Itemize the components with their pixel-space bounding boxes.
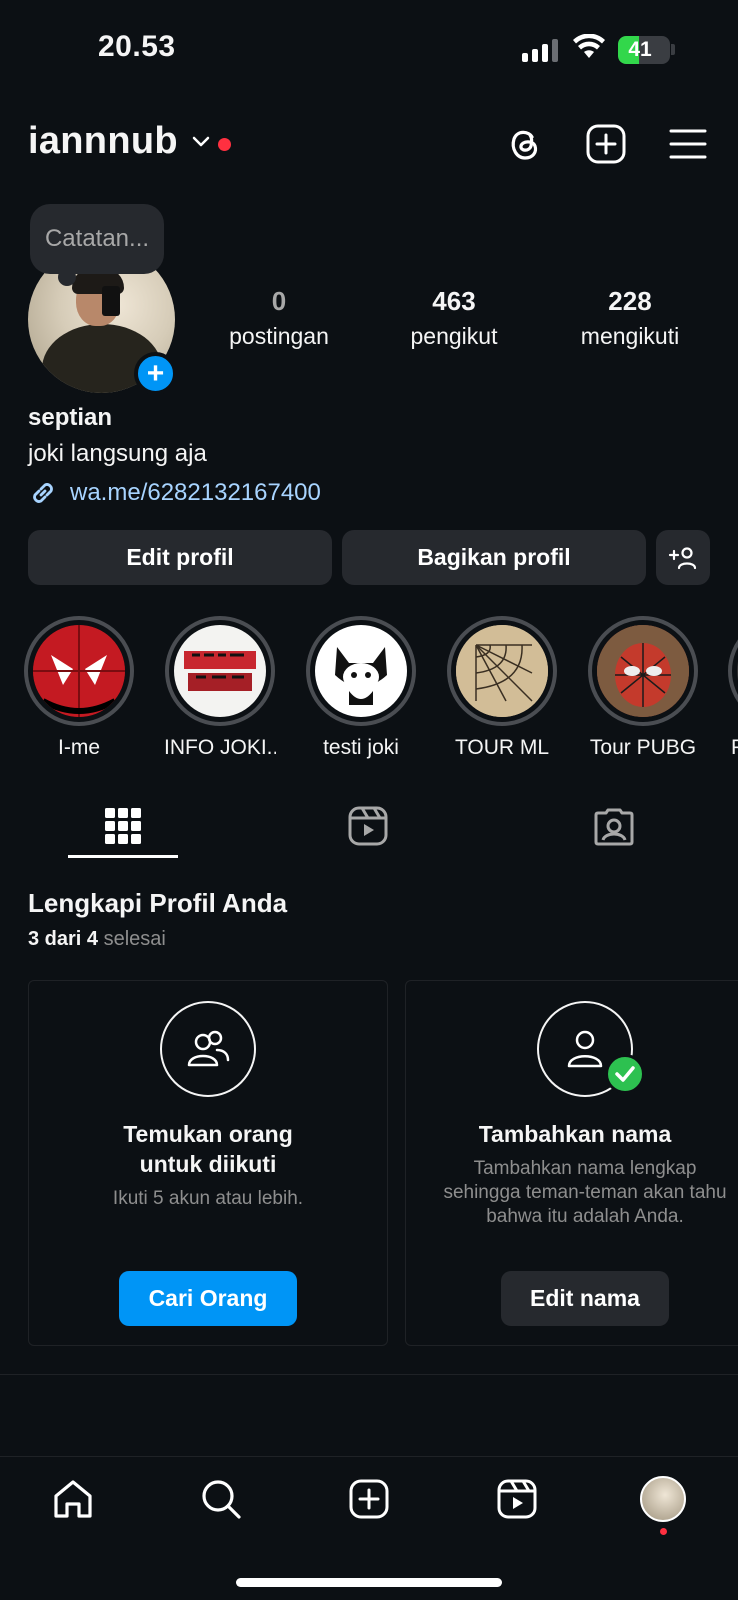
discover-people-button[interactable] — [656, 530, 710, 585]
profile-name: septian — [28, 404, 113, 431]
note-bubble[interactable]: Catatan... — [30, 204, 164, 274]
highlight-label: P — [728, 736, 738, 760]
highlight-item[interactable]: INFO JOKI... — [164, 616, 276, 760]
progress-count: 3 dari 4 — [28, 928, 99, 950]
highlight-item[interactable]: P — [728, 616, 738, 760]
share-profile-button[interactable]: Bagikan profil — [342, 530, 646, 585]
account-switcher[interactable]: iannnub — [28, 120, 178, 163]
complete-profile-title: Lengkapi Profil Anda — [28, 888, 288, 918]
divider — [0, 1374, 738, 1375]
bottom-nav-divider — [0, 1456, 738, 1457]
nav-reels[interactable] — [492, 1474, 542, 1524]
find-people-card: Temukan orang untuk diikuti Ikuti 5 akun… — [28, 980, 388, 1346]
following-label: mengikuti — [580, 323, 680, 349]
nav-profile-avatar[interactable] — [640, 1476, 686, 1522]
following-value: 228 — [608, 286, 652, 316]
wifi-icon — [572, 33, 606, 65]
profile-link-text: wa.me/6282132167400 — [70, 479, 321, 506]
battery-cap — [671, 44, 675, 55]
card-description: Ikuti 5 akun atau lebih. — [112, 1188, 304, 1209]
followers-label: pengikut — [410, 323, 498, 349]
tab-tagged[interactable] — [559, 796, 669, 856]
reels-icon — [348, 806, 388, 846]
edit-profile-button[interactable]: Edit profil — [28, 530, 332, 585]
nav-home[interactable] — [48, 1474, 98, 1524]
card-description: Tambahkan nama lengkap sehingga teman-te… — [443, 1158, 727, 1227]
cellular-signal-icon — [522, 38, 558, 62]
home-indicator[interactable] — [236, 1578, 502, 1587]
profile-link[interactable]: wa.me/6282132167400 — [28, 478, 321, 508]
create-post-icon — [349, 1479, 389, 1519]
highlight-item[interactable]: TOUR ML — [446, 616, 558, 760]
nav-search[interactable] — [196, 1474, 246, 1524]
tab-reels[interactable] — [313, 796, 423, 856]
threads-icon[interactable] — [502, 122, 546, 166]
highlight-item[interactable]: I-me — [23, 616, 135, 760]
followers-value: 463 — [432, 286, 476, 316]
progress-suffix: selesai — [103, 928, 166, 950]
add-story-button[interactable]: + — [134, 352, 177, 395]
card-title: Tambahkan nama — [478, 1121, 672, 1147]
highlight-item[interactable]: testi joki — [305, 616, 417, 760]
highlight-label: I-me — [58, 736, 100, 759]
highlight-label: TOUR ML — [454, 736, 550, 759]
posts-value: 0 — [271, 286, 287, 316]
edit-name-button[interactable]: Edit nama — [501, 1271, 669, 1326]
battery-level: 41 — [628, 38, 652, 61]
notification-dot — [218, 138, 231, 151]
battery-icon: 41 — [618, 36, 670, 64]
highlight-label: testi joki — [323, 736, 399, 759]
status-time: 20.53 — [98, 30, 176, 63]
active-tab-indicator — [68, 855, 178, 858]
posts-label: postingan — [229, 323, 329, 349]
reels-nav-icon — [497, 1479, 537, 1519]
posts-count[interactable]: 0 postingan — [204, 286, 354, 350]
highlight-label: Tour PUBG — [589, 736, 697, 759]
chevron-down-icon[interactable] — [191, 134, 211, 155]
create-icon[interactable] — [584, 122, 628, 166]
followers-count[interactable]: 463 pengikut — [379, 286, 529, 350]
people-icon — [160, 1001, 256, 1097]
add-person-icon — [668, 546, 697, 569]
highlight-item[interactable]: Tour PUBG — [587, 616, 699, 760]
highlight-label: INFO JOKI... — [164, 736, 276, 759]
nav-create[interactable] — [344, 1474, 394, 1524]
checkmark-icon — [605, 1054, 645, 1094]
search-icon — [202, 1480, 241, 1519]
grid-icon — [105, 808, 141, 844]
card-title: Temukan orang untuk diikuti — [123, 1121, 293, 1177]
notification-dot — [660, 1528, 667, 1535]
menu-icon[interactable] — [666, 122, 710, 166]
following-count[interactable]: 228 mengikuti — [555, 286, 705, 350]
add-name-card: Tambahkan nama Tambahkan nama lengkap se… — [405, 980, 738, 1346]
profile-bio: joki langsung aja — [28, 440, 207, 467]
link-icon — [33, 483, 53, 503]
tab-posts-grid[interactable] — [68, 796, 178, 856]
tagged-icon — [594, 808, 634, 846]
complete-profile-progress: 3 dari 4 selesai — [28, 928, 166, 951]
find-people-button[interactable]: Cari Orang — [119, 1271, 297, 1326]
home-icon — [54, 1480, 92, 1518]
